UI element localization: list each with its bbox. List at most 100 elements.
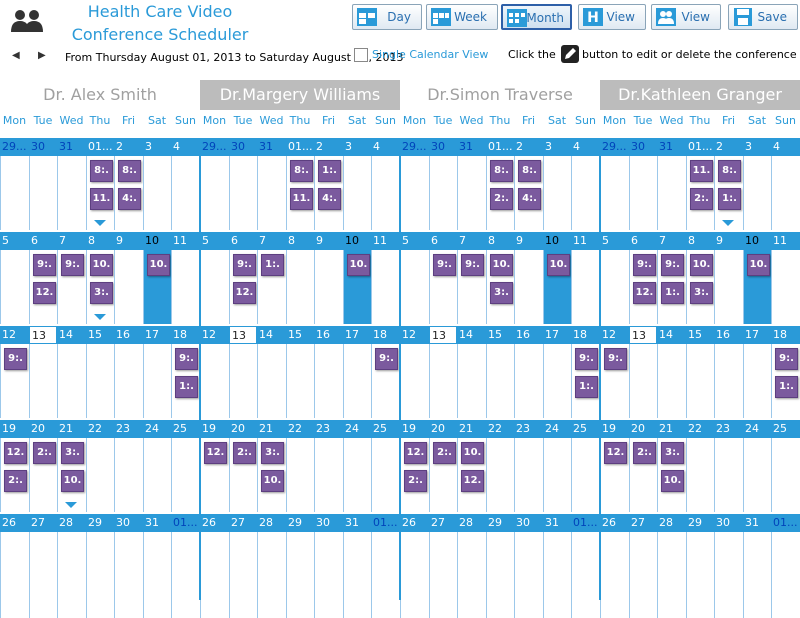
date-header[interactable]: 31 — [543, 514, 571, 532]
appointment-block[interactable]: 10. — [90, 254, 113, 276]
appointment-block[interactable]: 1:. — [775, 376, 798, 398]
date-header[interactable]: 12 — [0, 326, 29, 344]
date-header[interactable]: 14 — [257, 326, 286, 344]
date-header[interactable]: 27 — [629, 514, 657, 532]
date-header[interactable]: 17 — [343, 326, 371, 344]
date-header[interactable]: 24 — [143, 420, 171, 438]
people-view-button[interactable]: View — [651, 4, 721, 30]
day-cell[interactable] — [714, 438, 743, 512]
date-header[interactable]: 4 — [771, 138, 800, 156]
day-cell[interactable] — [286, 532, 314, 618]
appointment-block[interactable]: 2:. — [490, 188, 513, 210]
date-header[interactable]: 21 — [457, 420, 486, 438]
date-header[interactable]: 17 — [543, 326, 571, 344]
day-cell[interactable] — [229, 156, 257, 230]
date-header[interactable]: 17 — [743, 326, 771, 344]
day-cell[interactable] — [486, 438, 514, 512]
appointment-block[interactable]: 2:. — [633, 442, 656, 464]
appointment-block[interactable]: 1:. — [175, 376, 198, 398]
day-view-button[interactable]: Day — [352, 4, 422, 30]
week-view-button[interactable]: Week — [426, 4, 498, 30]
date-header[interactable]: 24 — [743, 420, 771, 438]
more-appointments-chevron-icon[interactable] — [722, 220, 734, 226]
date-header[interactable]: 01... — [371, 514, 400, 532]
date-header[interactable]: 30 — [714, 514, 743, 532]
date-header[interactable]: 9 — [314, 232, 343, 250]
appointment-block[interactable]: 8:. — [90, 160, 113, 182]
date-header[interactable]: 11 — [571, 232, 600, 250]
day-cell[interactable] — [657, 156, 686, 230]
day-cell[interactable] — [371, 156, 400, 230]
date-header[interactable]: 22 — [286, 420, 314, 438]
date-header[interactable]: 16 — [714, 326, 743, 344]
day-cell[interactable] — [171, 156, 200, 230]
doctor-name[interactable]: Dr.Simon Traverse — [400, 80, 600, 110]
day-cell[interactable] — [57, 156, 86, 230]
day-cell[interactable] — [29, 156, 57, 230]
day-cell[interactable] — [86, 438, 114, 512]
appointment-block[interactable]: 11. — [690, 160, 713, 182]
appointment-block[interactable]: 10. — [347, 254, 370, 276]
day-cell[interactable] — [714, 532, 743, 618]
day-cell[interactable] — [743, 532, 771, 618]
appointment-block[interactable]: 9:. — [4, 348, 27, 370]
day-cell[interactable] — [114, 250, 143, 324]
date-header[interactable]: 7 — [57, 232, 86, 250]
date-header[interactable]: 22 — [486, 420, 514, 438]
date-header[interactable]: 24 — [343, 420, 371, 438]
day-cell[interactable] — [286, 250, 314, 324]
date-header[interactable]: 8 — [686, 232, 714, 250]
appointment-block[interactable]: 9:. — [661, 254, 684, 276]
day-cell[interactable] — [771, 532, 800, 618]
appointment-block[interactable]: 10. — [147, 254, 170, 276]
day-cell[interactable] — [371, 250, 400, 324]
date-header[interactable]: 3 — [343, 138, 371, 156]
date-header[interactable]: 12 — [200, 326, 229, 344]
date-header[interactable]: 26 — [200, 514, 229, 532]
day-cell[interactable] — [343, 532, 371, 618]
day-cell[interactable] — [629, 344, 657, 418]
day-cell[interactable] — [29, 344, 57, 418]
date-header[interactable]: 11 — [771, 232, 800, 250]
appointment-block[interactable]: 4:. — [318, 188, 341, 210]
date-header[interactable]: 25 — [371, 420, 400, 438]
date-header[interactable]: 30 — [629, 138, 657, 156]
date-header[interactable]: 19 — [600, 420, 629, 438]
day-cell[interactable] — [314, 250, 343, 324]
previous-arrow-icon[interactable]: ◀ — [12, 50, 20, 61]
day-cell[interactable] — [457, 344, 486, 418]
day-cell[interactable] — [343, 438, 371, 512]
appointment-block[interactable]: 12. — [604, 442, 627, 464]
date-header[interactable]: 9 — [514, 232, 543, 250]
appointment-block[interactable]: 9:. — [61, 254, 84, 276]
more-appointments-chevron-icon[interactable] — [94, 220, 106, 226]
date-header[interactable]: 01... — [286, 138, 314, 156]
day-cell[interactable] — [600, 532, 629, 618]
day-cell[interactable] — [514, 344, 543, 418]
day-cell[interactable] — [457, 532, 486, 618]
day-cell[interactable] — [114, 344, 143, 418]
day-cell[interactable] — [257, 532, 286, 618]
day-cell[interactable] — [771, 250, 800, 324]
day-cell[interactable] — [543, 344, 571, 418]
day-cell[interactable] — [686, 344, 714, 418]
date-header[interactable]: 5 — [0, 232, 29, 250]
day-cell[interactable] — [457, 156, 486, 230]
day-cell[interactable] — [314, 344, 343, 418]
appointment-block[interactable]: 9:. — [375, 348, 398, 370]
day-cell[interactable] — [657, 344, 686, 418]
date-header[interactable]: 21 — [257, 420, 286, 438]
date-header[interactable]: 6 — [29, 232, 57, 250]
day-cell[interactable] — [200, 156, 229, 230]
date-header[interactable]: 25 — [571, 420, 600, 438]
day-cell[interactable] — [514, 250, 543, 324]
date-header[interactable]: 4 — [571, 138, 600, 156]
date-header[interactable]: 29... — [200, 138, 229, 156]
day-cell[interactable] — [486, 344, 514, 418]
appointment-block[interactable]: 1:. — [261, 254, 284, 276]
appointment-block[interactable]: 1:. — [661, 282, 684, 304]
appointment-block[interactable]: 4:. — [518, 188, 541, 210]
date-header[interactable]: 23 — [114, 420, 143, 438]
day-cell[interactable] — [571, 532, 600, 618]
date-header[interactable]: 01... — [86, 138, 114, 156]
